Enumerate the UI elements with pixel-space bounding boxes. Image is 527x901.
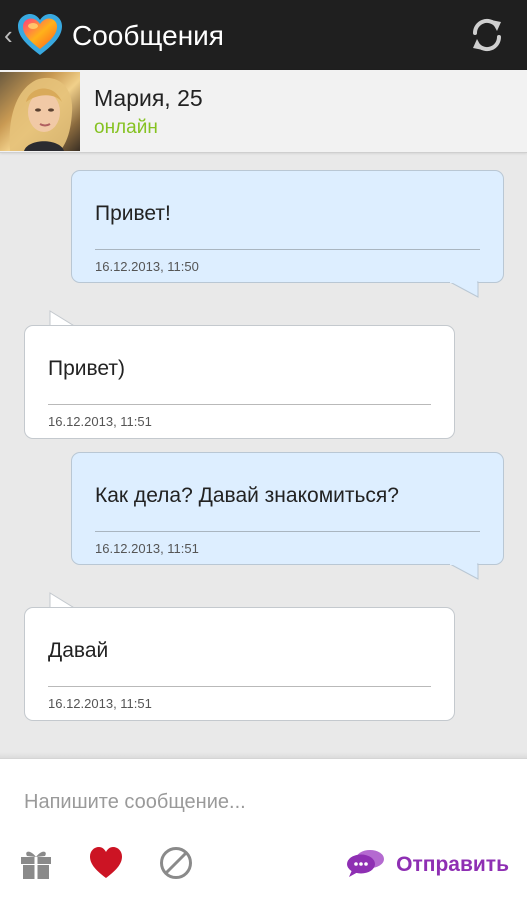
block-icon[interactable] <box>158 845 194 881</box>
message-timestamp: 16.12.2013, 11:51 <box>48 414 152 429</box>
message-bubble-outgoing[interactable]: Как дела? Давай знакомиться? 16.12.2013,… <box>71 452 504 565</box>
message-bubble-incoming[interactable]: Давай 16.12.2013, 11:51 <box>24 607 455 721</box>
composer: Отправить <box>0 758 527 901</box>
action-bar: ‹ Сообщения <box>0 0 527 70</box>
heart-logo-icon[interactable] <box>16 12 64 58</box>
page-title: Сообщения <box>72 20 224 51</box>
message-divider <box>95 531 480 532</box>
message-input[interactable] <box>24 787 444 817</box>
message-timestamp: 16.12.2013, 11:51 <box>95 541 199 556</box>
bubble-tail <box>450 563 479 580</box>
message-timestamp: 16.12.2013, 11:51 <box>48 696 152 711</box>
message-text: Привет) <box>48 357 126 380</box>
contact-header[interactable]: Мария, 25 онлайн <box>0 70 527 153</box>
refresh-icon[interactable] <box>469 16 505 54</box>
message-timestamp: 16.12.2013, 11:50 <box>95 259 199 274</box>
message-divider <box>95 249 480 250</box>
send-button[interactable]: Отправить <box>346 849 509 881</box>
message-divider <box>48 404 431 405</box>
message-text: Привет! <box>95 202 171 225</box>
heart-icon[interactable] <box>88 845 124 881</box>
message-text: Давай <box>48 639 109 662</box>
message-text: Как дела? Давай знакомиться? <box>95 484 399 507</box>
bubble-tail <box>450 281 479 298</box>
contact-name: Мария, 25 <box>94 85 203 111</box>
avatar[interactable] <box>0 72 80 151</box>
chat-bubble-icon <box>346 848 386 883</box>
send-label: Отправить <box>396 853 509 876</box>
gift-icon[interactable] <box>18 845 54 881</box>
message-divider <box>48 686 431 687</box>
online-status: онлайн <box>94 117 158 138</box>
message-bubble-outgoing[interactable]: Привет! 16.12.2013, 11:50 <box>71 170 504 283</box>
message-bubble-incoming[interactable]: Привет) 16.12.2013, 11:51 <box>24 325 455 439</box>
chevron-left-icon[interactable]: ‹ <box>4 18 13 52</box>
